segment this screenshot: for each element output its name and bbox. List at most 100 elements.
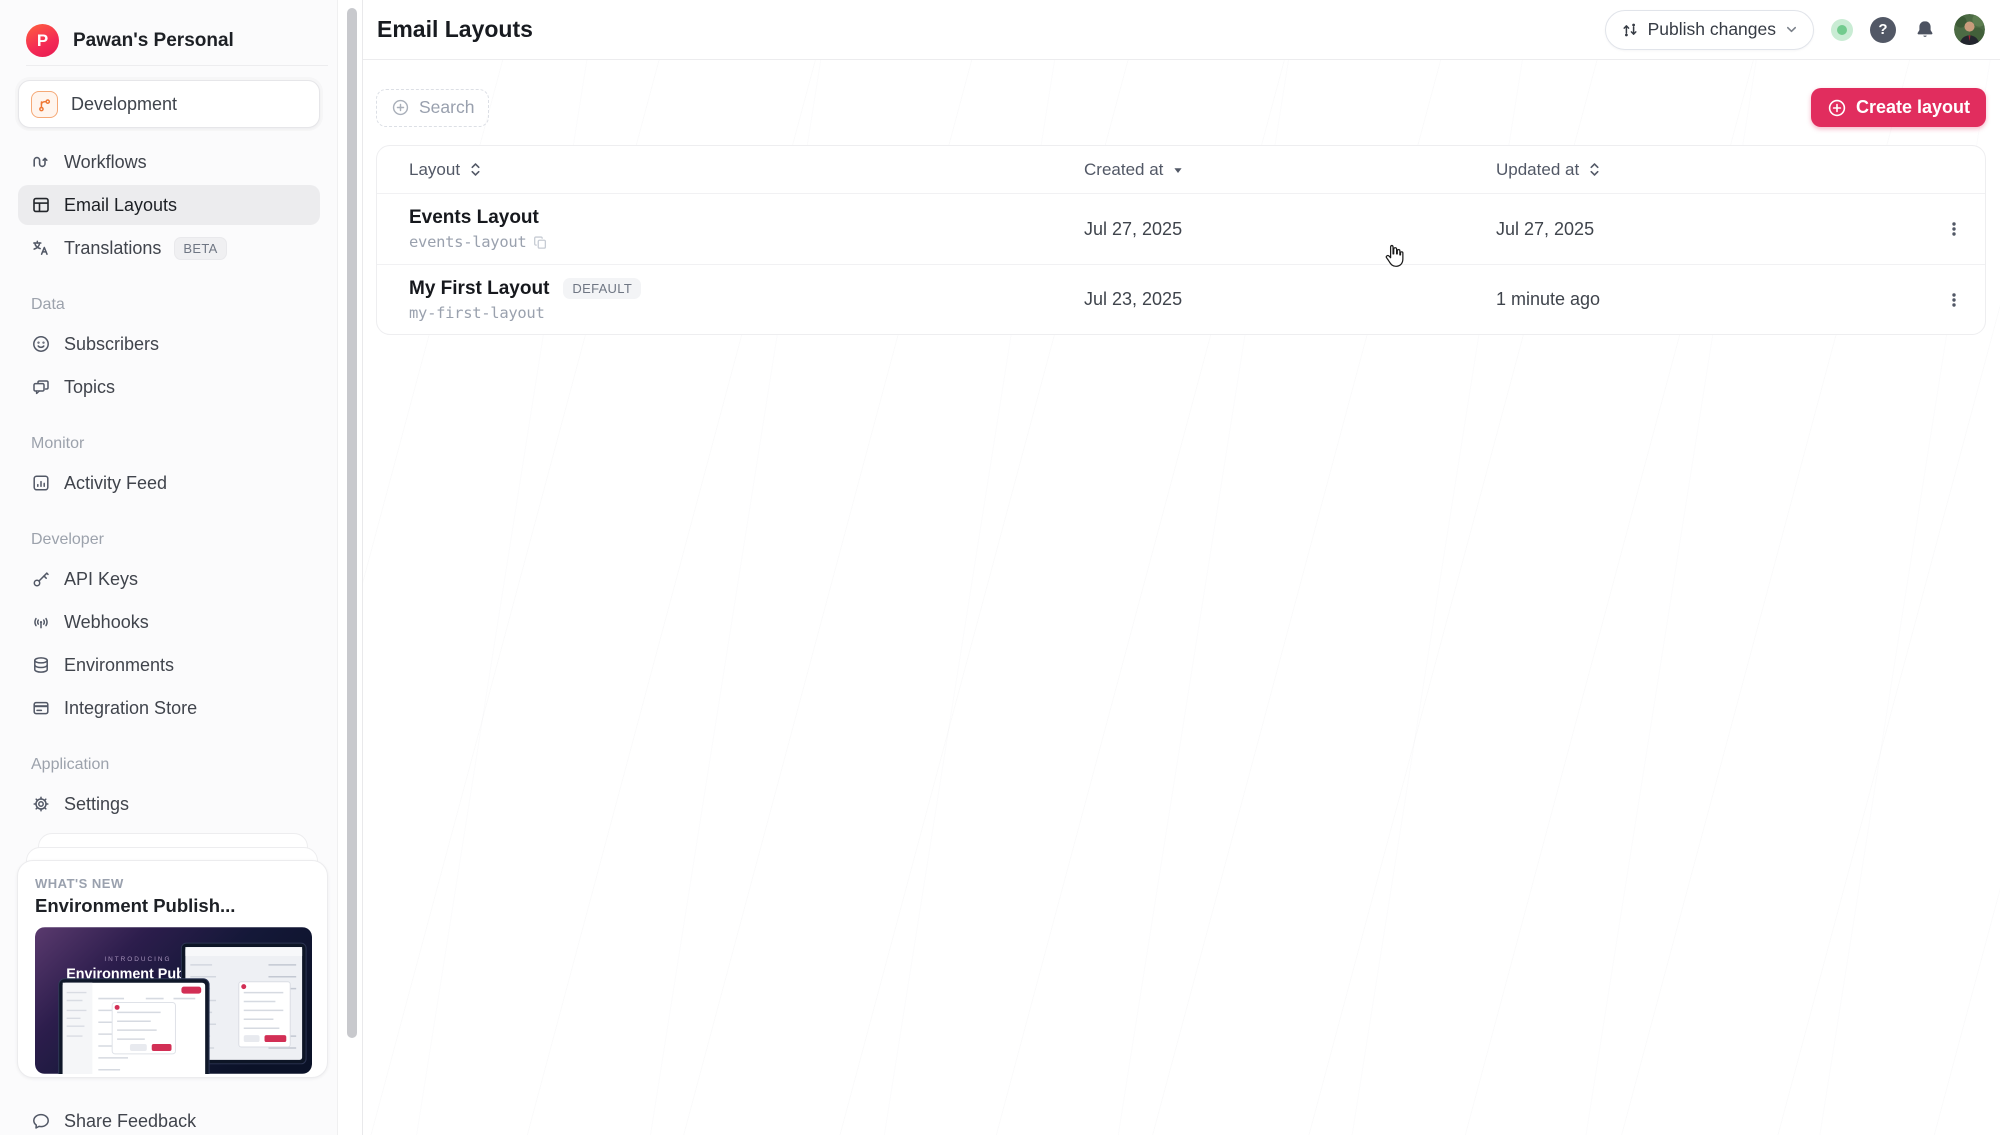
sidebar-item-topics[interactable]: Topics (18, 367, 320, 407)
created-at-value: Jul 23, 2025 (1084, 289, 1496, 310)
column-label: Updated at (1496, 160, 1579, 180)
main-content: Email Layouts Publish changes (363, 0, 2000, 1135)
sidebar-item-environments[interactable]: Environments (18, 645, 320, 685)
search-button[interactable]: Search (376, 89, 489, 127)
key-icon (31, 569, 51, 589)
subscribers-icon (31, 334, 51, 354)
sidebar-item-settings[interactable]: Settings (18, 784, 320, 824)
create-layout-label: Create layout (1856, 97, 1970, 118)
sidebar-item-label: Activity Feed (64, 473, 167, 494)
sidebar-section-monitor: Monitor Activity Feed (18, 435, 320, 503)
plus-circle-icon (1827, 98, 1847, 118)
page-title: Email Layouts (377, 16, 1605, 43)
content-area: Search Create layout Layout (363, 60, 2000, 335)
sidebar-item-label: Workflows (64, 152, 147, 173)
chat-bubble-icon (31, 1111, 51, 1131)
workflows-icon (31, 152, 51, 172)
header-actions: Publish changes ? (1605, 10, 1985, 50)
divider (26, 65, 328, 66)
publish-changes-label: Publish changes (1648, 19, 1776, 40)
sidebar-item-label: Settings (64, 794, 129, 815)
primary-nav: Workflows Email Layouts (18, 142, 320, 268)
sidebar-item-label: Email Layouts (64, 195, 177, 216)
sidebar-item-subscribers[interactable]: Subscribers (18, 324, 320, 364)
table-row[interactable]: Events Layout events-layout (377, 194, 1985, 264)
gear-icon (31, 794, 51, 814)
share-feedback-label: Share Feedback (64, 1111, 196, 1132)
publish-changes-button[interactable]: Publish changes (1605, 10, 1814, 50)
sidebar-item-label: Subscribers (64, 334, 159, 355)
column-header-created-at[interactable]: Created at (1084, 160, 1496, 180)
sidebar: P Pawan's Personal Development (0, 0, 363, 1135)
updated-at-value: 1 minute ago (1496, 289, 1937, 310)
sidebar-scrollbar[interactable] (337, 0, 362, 1135)
sidebar-scrollbar-thumb[interactable] (347, 8, 357, 1038)
search-label: Search (419, 97, 474, 118)
sort-both-icon (1588, 162, 1601, 177)
copy-icon[interactable] (533, 235, 548, 250)
create-layout-button[interactable]: Create layout (1811, 88, 1986, 127)
sidebar-item-translations[interactable]: Translations BETA (18, 228, 320, 268)
default-badge: DEFAULT (563, 278, 641, 299)
sidebar-item-label: Topics (64, 377, 115, 398)
translations-icon (31, 238, 51, 258)
sidebar-item-api-keys[interactable]: API Keys (18, 559, 320, 599)
layout-slug: events-layout (409, 233, 526, 251)
sidebar-item-label: Translations (64, 238, 161, 259)
org-avatar: P (26, 24, 59, 57)
environment-name: Development (71, 94, 177, 115)
share-feedback-button[interactable]: Share Feedback (18, 1101, 209, 1141)
sidebar-section-developer: Developer API Keys (18, 531, 320, 728)
row-menu-kebab-icon[interactable] (1937, 212, 1971, 246)
toolbar: Search Create layout (376, 88, 1986, 127)
table-header-row: Layout Created at (377, 146, 1985, 194)
layouts-table: Layout Created at (376, 145, 1986, 335)
database-icon (31, 655, 51, 675)
section-label: Monitor (31, 435, 320, 453)
git-branch-icon (31, 91, 58, 118)
notifications-bell-icon[interactable] (1913, 18, 1937, 42)
section-label: Application (31, 756, 320, 774)
column-label: Created at (1084, 160, 1163, 180)
sidebar-section-application: Application Settings (18, 756, 320, 824)
whats-new-thumbnail: INTRODUCING Environment Publish Mechanis… (35, 927, 312, 1074)
integration-store-icon (31, 698, 51, 718)
layout-name[interactable]: My First Layout (409, 278, 549, 300)
column-label: Layout (409, 160, 460, 180)
sidebar-item-email-layouts[interactable]: Email Layouts (18, 185, 320, 225)
section-label: Developer (31, 531, 320, 549)
column-header-layout[interactable]: Layout (377, 160, 1084, 180)
sidebar-item-activity-feed[interactable]: Activity Feed (18, 463, 320, 503)
whats-new-title: Environment Publish... (35, 895, 310, 917)
sort-desc-icon (1172, 164, 1184, 176)
help-icon[interactable]: ? (1870, 17, 1896, 43)
whats-new-eyebrow: WHAT'S NEW (35, 876, 310, 891)
svg-text:INTRODUCING: INTRODUCING (104, 956, 171, 963)
sidebar-item-integration-store[interactable]: Integration Store (18, 688, 320, 728)
sidebar-item-workflows[interactable]: Workflows (18, 142, 320, 182)
sidebar-item-label: Webhooks (64, 612, 149, 633)
activity-feed-icon (31, 473, 51, 493)
plus-circle-icon (391, 98, 410, 117)
beta-badge: BETA (174, 237, 226, 260)
column-header-updated-at[interactable]: Updated at (1496, 160, 1937, 180)
created-at-value: Jul 27, 2025 (1084, 219, 1496, 240)
updated-at-value: Jul 27, 2025 (1496, 219, 1937, 240)
user-avatar[interactable] (1954, 14, 1985, 45)
publish-arrows-icon (1621, 21, 1639, 39)
whats-new-card[interactable]: WHAT'S NEW Environment Publish... INTROD… (17, 860, 328, 1078)
sidebar-item-webhooks[interactable]: Webhooks (18, 602, 320, 642)
row-menu-kebab-icon[interactable] (1937, 283, 1971, 317)
sidebar-item-label: Environments (64, 655, 174, 676)
table-row[interactable]: My First Layout DEFAULT my-first-layout … (377, 264, 1985, 334)
sidebar-item-label: API Keys (64, 569, 138, 590)
topics-icon (31, 377, 51, 397)
layout-slug: my-first-layout (409, 304, 544, 322)
email-layouts-icon (31, 195, 51, 215)
org-switcher[interactable]: P Pawan's Personal (0, 0, 338, 57)
sort-both-icon (469, 162, 482, 177)
chevron-down-icon (1785, 23, 1798, 36)
environment-switcher[interactable]: Development (18, 80, 320, 128)
page-header: Email Layouts Publish changes (363, 0, 2000, 60)
layout-name[interactable]: Events Layout (409, 207, 539, 229)
